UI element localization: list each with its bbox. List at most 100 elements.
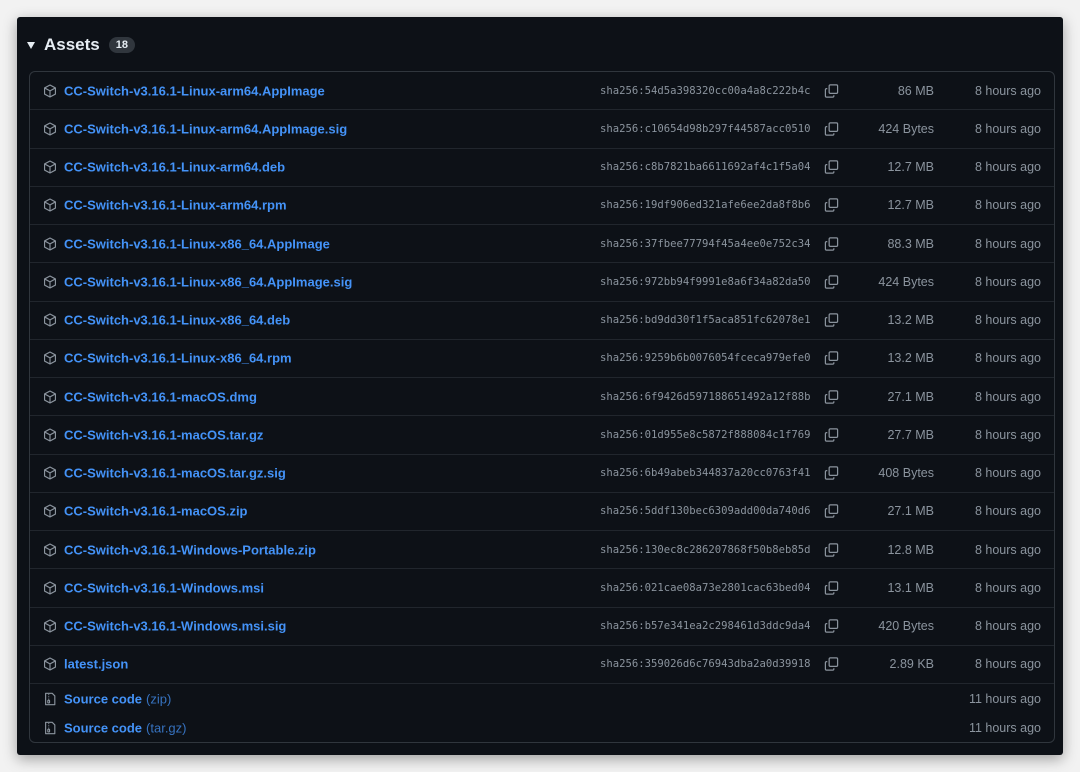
source-code-link[interactable]: Source code (tar.gz) <box>64 720 187 735</box>
copy-icon[interactable] <box>824 83 839 98</box>
asset-time: 8 hours ago <box>974 83 1041 98</box>
asset-link[interactable]: latest.json <box>64 657 128 672</box>
asset-link[interactable]: CC-Switch-v3.16.1-Linux-arm64.AppImage <box>64 83 325 98</box>
asset-time: 8 hours ago <box>974 657 1041 672</box>
asset-time: 8 hours ago <box>974 121 1041 136</box>
package-icon <box>43 84 57 98</box>
package-icon <box>43 466 57 480</box>
source-code-label[interactable]: Source code <box>64 691 142 706</box>
sha256-digest: sha256:972bb94f9991e8a6f34a82da50 <box>600 275 811 288</box>
asset-link[interactable]: CC-Switch-v3.16.1-macOS.tar.gz.sig <box>64 466 286 481</box>
asset-size: 424 Bytes <box>878 121 934 136</box>
sha256-digest: sha256:bd9dd30f1f5aca851fc62078e1 <box>600 314 811 327</box>
asset-time: 8 hours ago <box>974 580 1041 595</box>
sha256-digest: sha256:19df906ed321afe6ee2da8f8b6 <box>600 199 811 212</box>
copy-icon[interactable] <box>824 542 839 557</box>
sha256-digest: sha256:9259b6b0076054fceca979efe0 <box>600 352 811 365</box>
asset-link[interactable]: CC-Switch-v3.16.1-Linux-arm64.rpm <box>64 198 287 213</box>
assets-count-badge: 18 <box>108 37 136 53</box>
asset-link[interactable]: CC-Switch-v3.16.1-macOS.tar.gz <box>64 427 263 442</box>
copy-icon[interactable] <box>824 160 839 175</box>
asset-time: 8 hours ago <box>974 504 1041 519</box>
asset-size: 88.3 MB <box>887 236 934 251</box>
copy-icon[interactable] <box>824 198 839 213</box>
asset-link[interactable]: CC-Switch-v3.16.1-Linux-x86_64.deb <box>64 313 290 328</box>
package-icon <box>43 275 57 289</box>
copy-icon[interactable] <box>824 236 839 251</box>
asset-time: 8 hours ago <box>974 313 1041 328</box>
asset-time: 8 hours ago <box>974 198 1041 213</box>
assets-header[interactable]: Assets 18 <box>27 33 136 57</box>
sha256-digest: sha256:6f9426d597188651492a12f88b <box>600 390 811 403</box>
asset-size: 13.1 MB <box>887 580 934 595</box>
asset-link[interactable]: CC-Switch-v3.16.1-Linux-x86_64.AppImage <box>64 236 330 251</box>
copy-icon[interactable] <box>824 619 839 634</box>
package-icon <box>43 543 57 557</box>
file-zip-icon <box>43 721 57 735</box>
sha256-digest: sha256:5ddf130bec6309add00da740d6 <box>600 505 811 518</box>
asset-link[interactable]: CC-Switch-v3.16.1-Linux-x86_64.rpm <box>64 351 292 366</box>
source-code-time: 11 hours ago <box>968 691 1041 706</box>
asset-link[interactable]: CC-Switch-v3.16.1-Linux-arm64.AppImage.s… <box>64 121 347 136</box>
asset-time: 8 hours ago <box>974 427 1041 442</box>
asset-row: CC-Switch-v3.16.1-Linux-x86_64.AppImage.… <box>30 263 1054 302</box>
asset-size: 27.1 MB <box>887 504 934 519</box>
triangle-down-icon[interactable] <box>27 41 35 49</box>
asset-link[interactable]: CC-Switch-v3.16.1-Linux-x86_64.AppImage.… <box>64 274 352 289</box>
copy-icon[interactable] <box>824 313 839 328</box>
asset-link[interactable]: CC-Switch-v3.16.1-Windows-Portable.zip <box>64 542 316 557</box>
asset-row: CC-Switch-v3.16.1-Linux-arm64.rpm sha256:… <box>30 187 1054 225</box>
asset-time: 8 hours ago <box>974 160 1041 175</box>
copy-icon[interactable] <box>824 657 839 672</box>
asset-link[interactable]: CC-Switch-v3.16.1-Linux-arm64.deb <box>64 160 285 175</box>
source-code-format[interactable]: (zip) <box>146 691 171 706</box>
copy-icon[interactable] <box>824 504 839 519</box>
assets-title[interactable]: Assets <box>44 35 100 55</box>
sha256-digest: sha256:6b49abeb344837a20cc0763f41 <box>600 467 811 480</box>
copy-icon[interactable] <box>824 580 839 595</box>
copy-icon[interactable] <box>824 389 839 404</box>
asset-size: 13.2 MB <box>887 351 934 366</box>
package-icon <box>43 198 57 212</box>
release-window: Assets 18 CC-Switch-v3.16.1-Linux-arm64.… <box>17 17 1063 755</box>
sha256-digest: sha256:b57e341ea2c298461d3ddc9da4 <box>600 620 811 633</box>
copy-icon[interactable] <box>824 427 839 442</box>
source-code-format[interactable]: (tar.gz) <box>146 720 186 735</box>
sha256-digest: sha256:c8b7821ba6611692af4c1f5a04 <box>600 161 811 174</box>
package-icon <box>43 581 57 595</box>
source-code-row: Source code (zip) 11 hours ago <box>30 684 1054 713</box>
copy-icon[interactable] <box>824 121 839 136</box>
asset-row: CC-Switch-v3.16.1-Windows-Portable.zip sh… <box>30 531 1054 570</box>
asset-link[interactable]: CC-Switch-v3.16.1-macOS.dmg <box>64 389 257 404</box>
asset-link[interactable]: CC-Switch-v3.16.1-Windows.msi <box>64 580 264 595</box>
copy-icon[interactable] <box>824 351 839 366</box>
asset-time: 8 hours ago <box>974 274 1041 289</box>
source-code-label[interactable]: Source code <box>64 720 142 735</box>
asset-time: 8 hours ago <box>974 542 1041 557</box>
asset-size: 12.7 MB <box>887 198 934 213</box>
asset-row: CC-Switch-v3.16.1-macOS.tar.gz sha256:01d… <box>30 416 1054 455</box>
asset-row: CC-Switch-v3.16.1-Linux-arm64.AppImage.s… <box>30 110 1054 149</box>
asset-link[interactable]: CC-Switch-v3.16.1-Windows.msi.sig <box>64 619 286 634</box>
package-icon <box>43 351 57 365</box>
copy-icon[interactable] <box>824 274 839 289</box>
asset-size: 12.7 MB <box>887 160 934 175</box>
package-icon <box>43 122 57 136</box>
sha256-digest: sha256:021cae08a73e2801cac63bed04 <box>600 581 811 594</box>
package-icon <box>43 428 57 442</box>
package-icon <box>43 237 57 251</box>
asset-link[interactable]: CC-Switch-v3.16.1-macOS.zip <box>64 504 248 519</box>
sha256-digest: sha256:01d955e8c5872f888084c1f769 <box>600 428 811 441</box>
asset-size: 27.1 MB <box>887 389 934 404</box>
package-icon <box>43 619 57 633</box>
package-icon <box>43 390 57 404</box>
sha256-digest: sha256:359026d6c76943dba2a0d39918 <box>600 658 811 671</box>
asset-size: 86 MB <box>897 83 934 98</box>
source-code-time: 11 hours ago <box>968 720 1041 735</box>
copy-icon[interactable] <box>824 466 839 481</box>
asset-row: CC-Switch-v3.16.1-Linux-x86_64.rpm sha256… <box>30 340 1054 378</box>
asset-size: 2.89 KB <box>889 657 934 672</box>
sha256-digest: sha256:54d5a398320cc00a4a8c222b4c <box>600 84 811 97</box>
asset-time: 8 hours ago <box>974 466 1041 481</box>
source-code-link[interactable]: Source code (zip) <box>64 691 171 706</box>
